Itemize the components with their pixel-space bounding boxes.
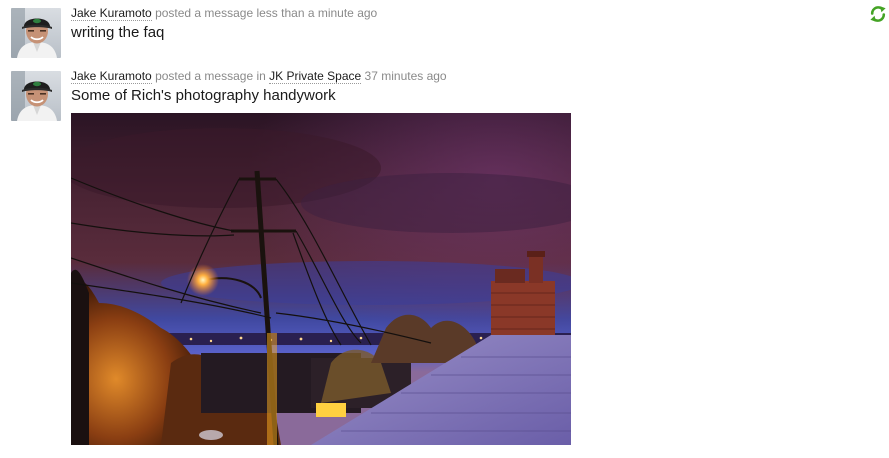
post-meta: Jake Kuramoto posted a message less than… [71, 5, 377, 21]
post-action: posted a message [155, 69, 254, 83]
post-text: writing the faq [71, 24, 165, 41]
post-action: posted a message [155, 6, 254, 20]
post-photo[interactable] [71, 113, 571, 445]
refresh-icon[interactable] [869, 5, 887, 23]
post-time: less than a minute ago [256, 6, 378, 20]
author-link[interactable]: Jake Kuramoto [71, 69, 152, 84]
avatar[interactable] [11, 8, 61, 58]
author-link[interactable]: Jake Kuramoto [71, 6, 152, 21]
space-link[interactable]: JK Private Space [269, 69, 362, 84]
post-location-prefix: in [256, 69, 266, 83]
post-time: 37 minutes ago [364, 69, 447, 83]
activity-feed: Jake Kuramoto posted a message less than… [0, 0, 889, 458]
post-text: Some of Rich's photography handywork [71, 87, 336, 104]
avatar[interactable] [11, 71, 61, 121]
post-meta: Jake Kuramoto posted a message in JK Pri… [71, 68, 447, 84]
